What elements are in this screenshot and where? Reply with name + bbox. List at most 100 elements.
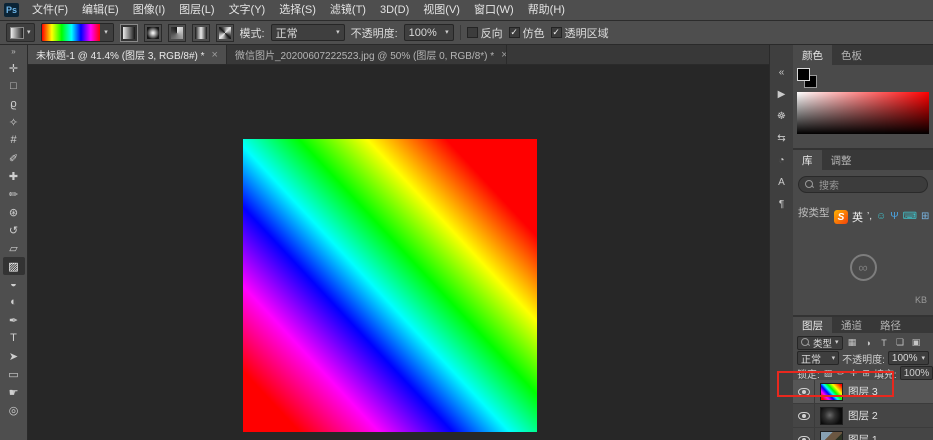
- diamond-gradient-button[interactable]: [216, 24, 234, 42]
- tool-preset-dropdown[interactable]: ▾: [6, 23, 35, 42]
- menu-item-3d[interactable]: 3D(D): [373, 0, 416, 21]
- layer-thumbnail[interactable]: [820, 383, 843, 401]
- menu-item-window[interactable]: 窗口(W): [467, 0, 521, 21]
- blend-mode-select[interactable]: 正常 ▾: [271, 24, 345, 41]
- lock-pixels-icon[interactable]: ✏: [837, 368, 845, 379]
- linear-gradient-button[interactable]: [120, 24, 138, 42]
- filter-smart-icon[interactable]: ▣: [910, 337, 923, 348]
- keyboard-icon[interactable]: ⌨: [903, 212, 917, 222]
- menu-item-edit[interactable]: 编辑(E): [75, 0, 126, 21]
- doc-tab-weixin-image[interactable]: 微信图片_20200607222523.jpg @ 50% (图层 0, RGB…: [227, 45, 507, 64]
- dodge-tool[interactable]: ◐: [3, 293, 25, 311]
- gradient-tool[interactable]: ▨: [3, 257, 25, 275]
- history-icon[interactable]: ◔: [773, 153, 791, 167]
- cloud-sync-icon[interactable]: ∞: [850, 254, 877, 281]
- crop-tool[interactable]: #: [3, 131, 25, 149]
- layer-blend-mode-select[interactable]: 正常 ▾: [797, 351, 839, 365]
- tab-libraries[interactable]: 库: [793, 150, 822, 170]
- tab-color[interactable]: 颜色: [793, 45, 832, 65]
- canvas-area[interactable]: [28, 65, 769, 440]
- properties-icon[interactable]: ☸: [773, 109, 791, 123]
- move-tool[interactable]: ✛: [3, 59, 25, 77]
- blur-tool[interactable]: ◒: [3, 275, 25, 293]
- tab-layers[interactable]: 图层: [793, 317, 832, 333]
- brush-tool[interactable]: ✏: [3, 185, 25, 203]
- hand-tool[interactable]: ☛: [3, 383, 25, 401]
- layer-fill-select[interactable]: 100%: [900, 366, 933, 380]
- opacity-select[interactable]: 100% ▾: [404, 24, 454, 41]
- layer-row-3[interactable]: 图层 3: [793, 380, 933, 404]
- sogou-logo[interactable]: S: [834, 210, 848, 224]
- pen-tool[interactable]: ✒: [3, 311, 25, 329]
- paragraph-panel-icon[interactable]: ¶: [773, 197, 791, 211]
- visibility-eye-icon[interactable]: [798, 412, 810, 420]
- zoom-tool[interactable]: ◎: [3, 401, 25, 419]
- path-select-tool[interactable]: ➤: [3, 347, 25, 365]
- doc-tab-untitled[interactable]: 未标题-1 @ 41.4% (图层 3, RGB/8#) * ×: [28, 45, 227, 64]
- tab-channels[interactable]: 通道: [832, 317, 871, 333]
- radial-gradient-button[interactable]: [144, 24, 162, 42]
- collapse-toolbar-icon[interactable]: »: [11, 47, 15, 59]
- layer-kind-select[interactable]: 类型 ▾: [797, 336, 843, 350]
- foreground-color-swatch[interactable]: [797, 68, 810, 81]
- filter-type-icon[interactable]: T: [878, 338, 891, 348]
- menu-item-filter[interactable]: 滤镜(T): [323, 0, 373, 21]
- lock-position-icon[interactable]: ✛: [850, 368, 858, 379]
- eyedropper-tool[interactable]: ✐: [3, 149, 25, 167]
- ime-language-toggle[interactable]: 英: [852, 209, 863, 225]
- document-canvas-rainbow-gradient[interactable]: [243, 139, 537, 432]
- layer-opacity-select[interactable]: 100% ▾: [888, 351, 929, 365]
- tab-paths[interactable]: 路径: [871, 317, 910, 333]
- clone-stamp-tool[interactable]: ⊛: [3, 203, 25, 221]
- layer-row-2[interactable]: 图层 2: [793, 404, 933, 428]
- layer-thumbnail[interactable]: [820, 431, 843, 440]
- close-icon[interactable]: ×: [501, 49, 507, 61]
- angle-gradient-button[interactable]: [168, 24, 186, 42]
- healing-brush-tool[interactable]: ✚: [3, 167, 25, 185]
- marquee-tool[interactable]: □: [3, 77, 25, 95]
- close-icon[interactable]: ×: [212, 49, 218, 61]
- library-search-input[interactable]: 搜索: [798, 176, 928, 193]
- menu-item-type[interactable]: 文字(Y): [222, 0, 273, 21]
- history-brush-tool[interactable]: ↺: [3, 221, 25, 239]
- filter-adjustment-icon[interactable]: ◑: [862, 338, 875, 348]
- emoji-icon[interactable]: ☺: [876, 212, 886, 222]
- layer-name[interactable]: 图层 2: [848, 408, 878, 423]
- visibility-eye-icon[interactable]: [798, 388, 810, 396]
- layer-name[interactable]: 图层 1: [848, 432, 878, 440]
- menu-item-view[interactable]: 视图(V): [416, 0, 467, 21]
- saturation-brightness-field[interactable]: [797, 92, 929, 134]
- lasso-tool[interactable]: ϱ: [3, 95, 25, 113]
- adjustments-icon[interactable]: ⇆: [773, 131, 791, 145]
- ime-punctuation-toggle[interactable]: ’,: [867, 212, 872, 222]
- mic-icon[interactable]: Ψ: [890, 212, 898, 222]
- visibility-eye-icon[interactable]: [798, 436, 810, 440]
- toolbox-icon[interactable]: ⊞: [921, 212, 929, 222]
- dither-checkbox[interactable]: ✓: [509, 27, 520, 38]
- filter-pixel-icon[interactable]: ▦: [846, 337, 859, 348]
- eraser-tool[interactable]: ▱: [3, 239, 25, 257]
- tab-swatches[interactable]: 色板: [832, 45, 871, 65]
- menu-item-image[interactable]: 图像(I): [126, 0, 172, 21]
- transparency-checkbox[interactable]: ✓: [551, 27, 562, 38]
- reflected-gradient-button[interactable]: [192, 24, 210, 42]
- lock-transparency-icon[interactable]: ▨: [824, 368, 833, 379]
- expand-panels-icon[interactable]: «: [773, 65, 791, 79]
- actions-icon[interactable]: ▶: [773, 87, 791, 101]
- shape-tool[interactable]: ▭: [3, 365, 25, 383]
- filter-shape-icon[interactable]: ❏: [894, 337, 907, 348]
- layer-name[interactable]: 图层 3: [848, 384, 878, 399]
- menu-item-layer[interactable]: 图层(L): [172, 0, 221, 21]
- tab-adjustments[interactable]: 调整: [822, 150, 861, 170]
- layer-row-1[interactable]: 图层 1: [793, 428, 933, 440]
- reverse-checkbox[interactable]: [467, 27, 478, 38]
- menu-item-select[interactable]: 选择(S): [272, 0, 323, 21]
- menu-item-file[interactable]: 文件(F): [25, 0, 75, 21]
- layer-thumbnail[interactable]: [820, 407, 843, 425]
- character-panel-icon[interactable]: A: [773, 175, 791, 189]
- lock-all-icon[interactable]: ⊞: [862, 368, 870, 379]
- menu-item-help[interactable]: 帮助(H): [521, 0, 572, 21]
- type-tool[interactable]: T: [3, 329, 25, 347]
- gradient-picker[interactable]: ▾: [41, 23, 114, 42]
- magic-wand-tool[interactable]: ✧: [3, 113, 25, 131]
